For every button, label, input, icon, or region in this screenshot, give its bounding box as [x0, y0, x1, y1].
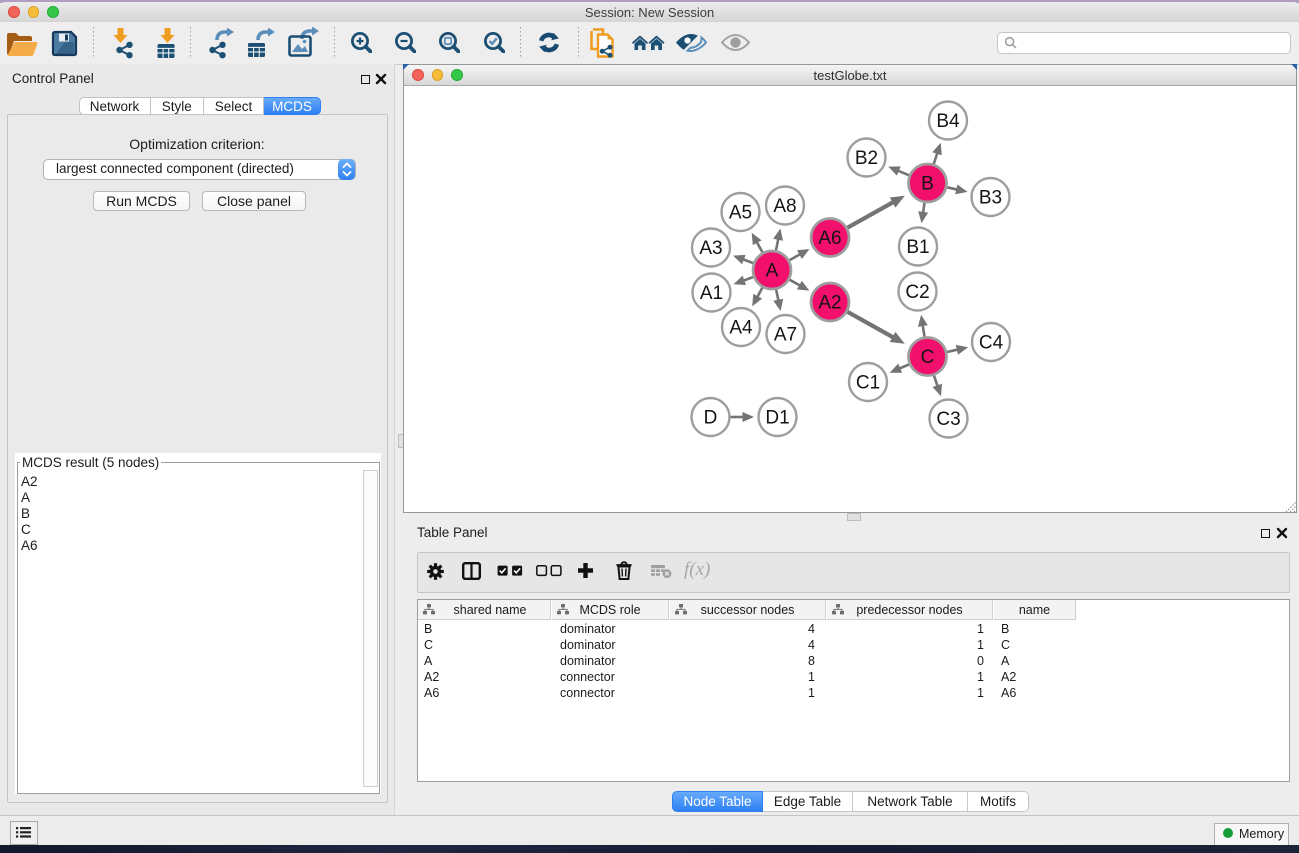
svg-text:A6: A6: [818, 228, 841, 249]
svg-text:A4: A4: [729, 318, 753, 339]
svg-text:B4: B4: [936, 111, 960, 132]
svg-text:B3: B3: [979, 188, 1002, 209]
svg-text:A2: A2: [818, 293, 841, 314]
svg-text:C1: C1: [856, 373, 880, 394]
svg-text:A5: A5: [729, 203, 752, 224]
svg-text:C2: C2: [905, 282, 929, 303]
svg-text:D1: D1: [765, 408, 789, 429]
svg-text:A7: A7: [774, 325, 797, 346]
svg-text:C: C: [921, 347, 935, 368]
svg-text:A3: A3: [699, 238, 722, 259]
svg-text:C4: C4: [979, 333, 1004, 354]
svg-text:B2: B2: [855, 148, 878, 169]
svg-text:A: A: [766, 261, 779, 282]
svg-text:D: D: [704, 408, 718, 429]
svg-text:B1: B1: [906, 237, 929, 258]
svg-text:A1: A1: [700, 283, 723, 304]
svg-text:B: B: [921, 174, 934, 195]
svg-text:C3: C3: [936, 409, 960, 430]
svg-text:A8: A8: [773, 196, 796, 217]
